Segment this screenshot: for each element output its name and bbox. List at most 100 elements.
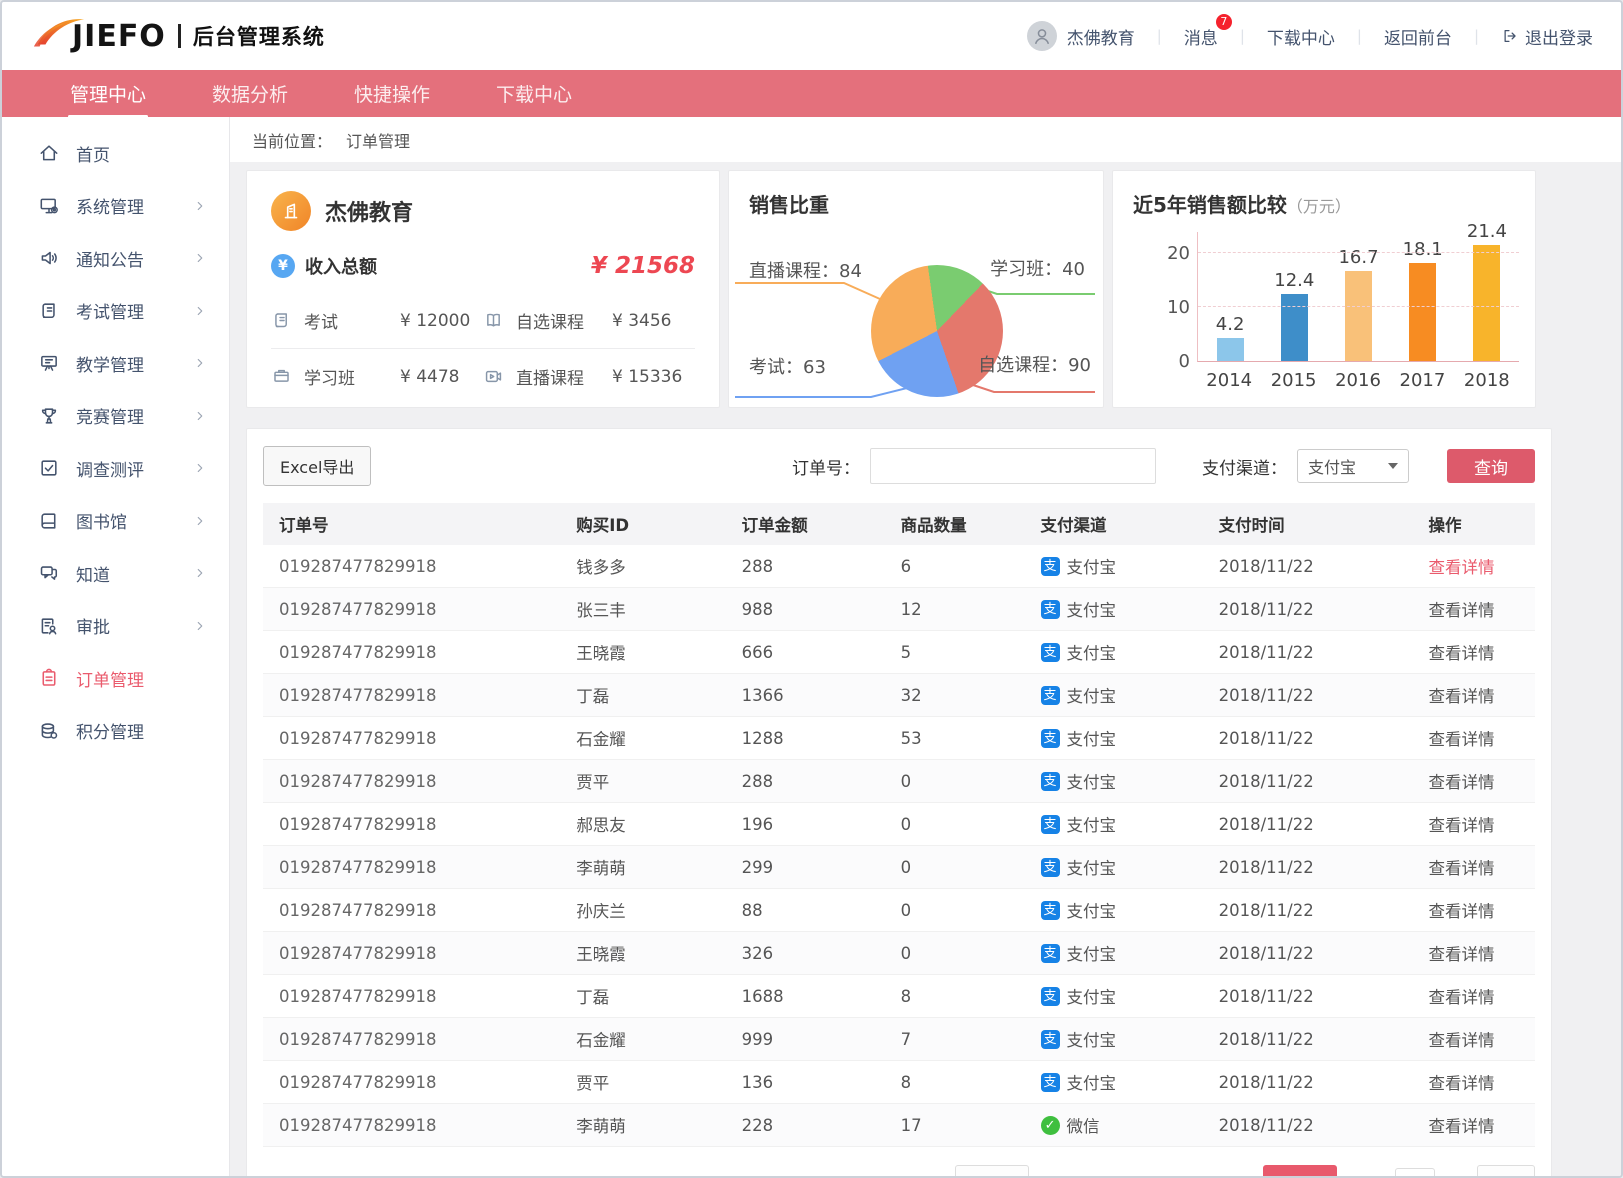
sidebar-item-label: 教学管理 bbox=[76, 351, 144, 376]
pie-label-elective: 自选课程：90 bbox=[978, 351, 1091, 377]
pay-channel-text: 支付宝 bbox=[1067, 597, 1117, 621]
sidebar-item-11[interactable]: 积分管理 bbox=[2, 705, 229, 758]
logout-label: 退出登录 bbox=[1525, 24, 1593, 49]
table-row: 019287477829918孙庆兰880支支付宝2018/11/22查看详情 bbox=[263, 889, 1535, 932]
excel-export-button[interactable]: Excel导出 bbox=[263, 446, 371, 486]
cell-pay-channel: 支支付宝 bbox=[1041, 898, 1203, 922]
table-row: 019287477829918贾平2880支支付宝2018/11/22查看详情 bbox=[263, 760, 1535, 803]
view-detail-link[interactable]: 查看详情 bbox=[1428, 902, 1494, 921]
nav-tab-1[interactable]: 数据分析 bbox=[210, 76, 290, 111]
view-detail-link[interactable]: 查看详情 bbox=[1428, 687, 1494, 706]
view-detail-link[interactable]: 查看详情 bbox=[1428, 1117, 1494, 1136]
sidebar-item-4[interactable]: 教学管理 bbox=[2, 337, 229, 390]
view-detail-link[interactable]: 查看详情 bbox=[1428, 644, 1494, 663]
sidebar-item-9[interactable]: 审批 bbox=[2, 600, 229, 653]
chevron-right-icon bbox=[193, 461, 207, 475]
cell-pay-time: 2018/11/22 bbox=[1211, 932, 1421, 975]
page-number-button[interactable]: 3 bbox=[1092, 1175, 1106, 1178]
stat-value: ¥ 15336 bbox=[612, 367, 682, 387]
pay-channel-selected-value: 支付宝 bbox=[1308, 454, 1356, 478]
pay-channel-select[interactable]: 支付宝 bbox=[1297, 449, 1409, 483]
points-icon bbox=[38, 720, 60, 742]
page-number-button[interactable]: 4 bbox=[1118, 1175, 1132, 1178]
orders-panel: Excel导出 订单号： 支付渠道： 支付宝 查询 bbox=[246, 428, 1552, 1178]
cell-order-no: 019287477829918 bbox=[263, 1104, 568, 1147]
sidebar-item-5[interactable]: 竞赛管理 bbox=[2, 390, 229, 443]
view-detail-link[interactable]: 查看详情 bbox=[1428, 558, 1494, 577]
logout-icon bbox=[1501, 27, 1519, 45]
sidebar-item-6[interactable]: 调查测评 bbox=[2, 442, 229, 495]
view-detail-link[interactable]: 查看详情 bbox=[1428, 816, 1494, 835]
nav-tab-0[interactable]: 管理中心 bbox=[68, 76, 148, 111]
orders-table: 订单号购买ID订单金额商品数量支付渠道支付时间操作 01928747782991… bbox=[263, 503, 1535, 1147]
view-detail-link[interactable]: 查看详情 bbox=[1428, 859, 1494, 878]
wechat-icon: ✓ bbox=[1041, 1116, 1060, 1135]
alipay-icon: 支 bbox=[1041, 987, 1060, 1006]
view-detail-link[interactable]: 查看详情 bbox=[1428, 988, 1494, 1007]
user-menu[interactable]: 杰佛教育 bbox=[1027, 21, 1135, 51]
order-icon bbox=[38, 667, 60, 689]
chevron-right-icon bbox=[193, 304, 207, 318]
pay-channel-text: 支付宝 bbox=[1067, 941, 1117, 965]
cell-pay-time: 2018/11/22 bbox=[1211, 846, 1421, 889]
table-header-row: 订单号购买ID订单金额商品数量支付渠道支付时间操作 bbox=[263, 503, 1535, 545]
cell-order-no: 019287477829918 bbox=[263, 717, 568, 760]
cell-order-no: 019287477829918 bbox=[263, 846, 568, 889]
logout-link[interactable]: 退出登录 bbox=[1501, 24, 1593, 49]
stat-value: ¥ 3456 bbox=[612, 311, 671, 331]
teach-icon bbox=[38, 352, 60, 374]
view-detail-link[interactable]: 查看详情 bbox=[1428, 1074, 1494, 1093]
cell-amount: 88 bbox=[734, 889, 893, 932]
sidebar-item-3[interactable]: 考试管理 bbox=[2, 285, 229, 338]
pay-channel-text: 支付宝 bbox=[1067, 640, 1117, 664]
pay-channel-text: 支付宝 bbox=[1067, 769, 1117, 793]
stat-label: 直播课程 bbox=[516, 364, 612, 389]
cell-buyer: 郝思友 bbox=[568, 803, 733, 846]
cell-pay-time: 2018/11/22 bbox=[1211, 717, 1421, 760]
cell-buyer: 张三丰 bbox=[568, 588, 733, 631]
gridline bbox=[1198, 252, 1519, 253]
main-nav: 管理中心 数据分析 快捷操作 下载中心 bbox=[2, 70, 1621, 117]
nav-tab-3[interactable]: 下载中心 bbox=[494, 76, 574, 111]
cell-order-no: 019287477829918 bbox=[263, 674, 568, 717]
goto-page-input[interactable] bbox=[1395, 1168, 1435, 1178]
page-number-button[interactable]: 1 bbox=[1039, 1175, 1053, 1178]
page-number-button[interactable]: 6 bbox=[1170, 1175, 1184, 1178]
page-number-button[interactable]: 12 bbox=[1229, 1175, 1253, 1178]
cell-qty: 53 bbox=[893, 717, 1033, 760]
sidebar-item-7[interactable]: 图书馆 bbox=[2, 495, 229, 548]
download-center-link[interactable]: 下载中心 bbox=[1267, 24, 1335, 49]
page-number-button[interactable]: 2 bbox=[1066, 1175, 1080, 1178]
pay-channel-text: 支付宝 bbox=[1067, 898, 1117, 922]
sidebar-item-10[interactable]: 订单管理 bbox=[2, 652, 229, 705]
pie-chart-title: 销售比重 bbox=[749, 189, 1103, 218]
messages-link[interactable]: 消息 7 bbox=[1184, 24, 1218, 49]
sidebar-item-0[interactable]: 首页 bbox=[2, 127, 229, 180]
bar-rect bbox=[1473, 245, 1500, 361]
nav-tab-2[interactable]: 快捷操作 bbox=[352, 76, 432, 111]
view-detail-link[interactable]: 查看详情 bbox=[1428, 1031, 1494, 1050]
cell-pay-time: 2018/11/22 bbox=[1211, 760, 1421, 803]
sidebar-item-8[interactable]: 知道 bbox=[2, 547, 229, 600]
search-button[interactable]: 查询 bbox=[1447, 449, 1535, 483]
pay-channel-text: 支付宝 bbox=[1067, 984, 1117, 1008]
cell-buyer: 贾平 bbox=[568, 1061, 733, 1104]
gridline bbox=[1198, 306, 1519, 307]
view-detail-link[interactable]: 查看详情 bbox=[1428, 773, 1494, 792]
sales-bar-chart: 010204.212.416.718.121.4 201420152016201… bbox=[1133, 232, 1535, 391]
breadcrumb: 当前位置： 订单管理 bbox=[230, 117, 1621, 162]
view-detail-link[interactable]: 查看详情 bbox=[1428, 601, 1494, 620]
view-detail-link[interactable]: 查看详情 bbox=[1428, 945, 1494, 964]
prev-page-button[interactable]: 上一页 bbox=[955, 1165, 1029, 1178]
sidebar-item-1[interactable]: 系统管理 bbox=[2, 180, 229, 233]
next-page-button[interactable]: 下一页 bbox=[1263, 1165, 1337, 1178]
view-detail-link[interactable]: 查看详情 bbox=[1428, 730, 1494, 749]
column-header-6: 操作 bbox=[1420, 503, 1535, 545]
back-to-front-link[interactable]: 返回前台 bbox=[1384, 24, 1452, 49]
page-number-button[interactable]: 5 bbox=[1144, 1175, 1158, 1178]
sidebar-item-2[interactable]: 通知公告 bbox=[2, 232, 229, 285]
cell-amount: 288 bbox=[734, 760, 893, 803]
confirm-goto-button[interactable]: 确定 bbox=[1477, 1165, 1535, 1178]
order-no-input[interactable] bbox=[870, 448, 1156, 484]
x-axis-label: 2015 bbox=[1261, 370, 1325, 391]
